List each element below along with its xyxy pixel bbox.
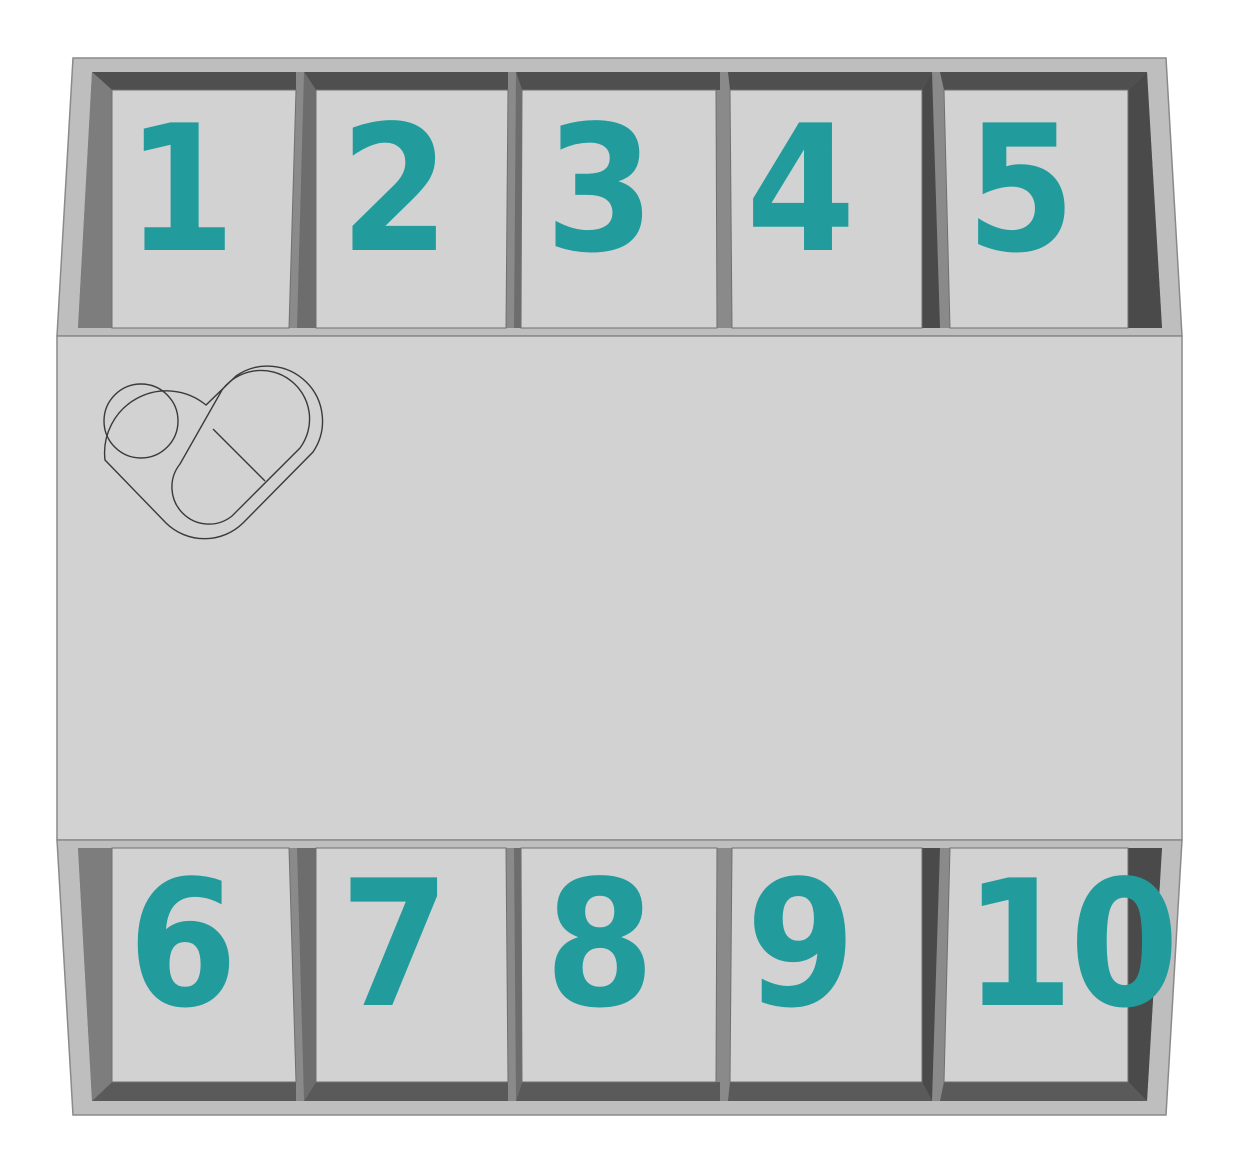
compartment-number: 2 [340,89,446,292]
pill-organizer: 1 2 3 4 5 6 7 8 9 10 [0,0,1244,1171]
compartment-number: 10 [964,844,1175,1047]
compartment-number: 7 [340,844,446,1047]
lid-panel [56,335,1183,841]
compartment-4[interactable]: 4 [728,72,940,329]
compartment-number: 8 [545,844,651,1047]
compartment-1[interactable]: 1 [78,72,297,329]
compartment-6[interactable]: 6 [78,844,297,1101]
bottom-tray: 6 7 8 9 10 [56,839,1183,1116]
pill-organizer-drawing: 1 2 3 4 5 6 7 8 9 10 [56,57,1183,1116]
compartment-7[interactable]: 7 [297,844,509,1101]
compartment-2[interactable]: 2 [297,72,509,329]
compartment-8[interactable]: 8 [514,844,720,1101]
compartment-3[interactable]: 3 [514,72,720,329]
top-tray: 1 2 3 4 5 [56,57,1183,337]
compartment-10[interactable]: 10 [940,844,1179,1101]
compartment-number: 9 [746,844,852,1047]
compartment-number: 5 [966,89,1072,292]
compartment-number: 3 [545,89,651,292]
compartment-number: 4 [746,89,852,292]
compartment-number: 1 [126,89,232,292]
compartment-number: 6 [128,844,234,1047]
compartment-9[interactable]: 9 [728,844,940,1101]
compartment-5[interactable]: 5 [940,72,1162,329]
